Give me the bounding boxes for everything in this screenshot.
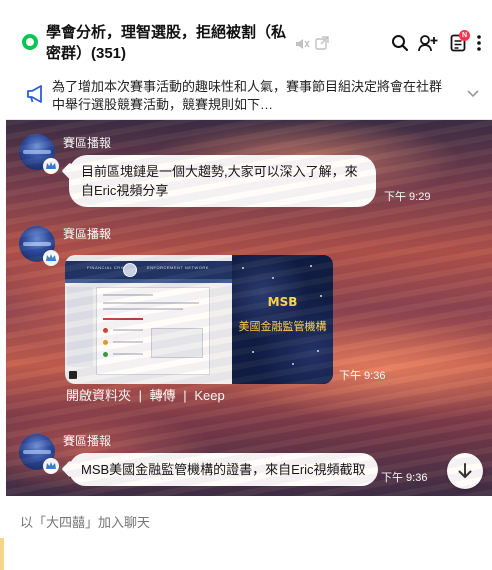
chat-header: 學會分析，理智選股，拒絕被割（私密群）(351) N: [0, 0, 492, 72]
image-actions: 開啟資料夾 | 轉傳 | Keep: [66, 388, 225, 403]
more-menu-button[interactable]: [472, 32, 486, 54]
announcement-bar[interactable]: 為了增加本次賽事活動的趣味性和人氣，賽事節目組決定將會在社群中舉行選股競賽活動，…: [6, 72, 492, 120]
avatar[interactable]: [19, 434, 59, 474]
keep-link[interactable]: Keep: [194, 388, 224, 403]
chat-title: 學會分析，理智選股，拒絕被割（私密群）(351): [46, 24, 287, 62]
message-input[interactable]: [20, 512, 460, 532]
avatar[interactable]: [19, 226, 59, 266]
forward-link[interactable]: 轉傳: [150, 388, 176, 403]
search-button[interactable]: [389, 32, 411, 54]
crown-icon: [43, 250, 59, 266]
message-bubble[interactable]: 目前區塊鏈是一個大趨勢,大家可以深入了解，來自Eric視頻分享: [69, 155, 376, 207]
msb-graphic: MSB 美國金融監管機構: [232, 255, 333, 384]
avatar[interactable]: [19, 134, 59, 174]
seal-icon: [123, 263, 137, 277]
announcement-text: 為了增加本次賽事活動的趣味性和人氣，賽事節目組決定將會在社群中舉行選股競賽活動，…: [52, 79, 443, 112]
sender-name: 賽區播報: [63, 136, 112, 150]
message-time: 下午 9:36: [381, 472, 428, 484]
notification-badge: N: [459, 30, 470, 41]
sender-name: 賽區播報: [63, 227, 112, 241]
message-time: 下午 9:36: [339, 370, 386, 382]
message-bubble[interactable]: MSB美國金融監管機構的證書，來自Eric視頻截取: [69, 453, 378, 486]
popout-icon[interactable]: [314, 35, 330, 51]
image-title: MSB: [267, 295, 298, 309]
image-message[interactable]: FINANCIAL CRIMES ENFORCEMENT NETWORK MSB…: [65, 255, 333, 384]
group-status-icon: [22, 34, 38, 50]
search-icon: [392, 35, 409, 52]
scroll-to-bottom-button[interactable]: [447, 453, 483, 489]
arrow-down-icon: [458, 463, 472, 478]
more-vertical-icon: [477, 35, 481, 51]
crown-icon: [43, 458, 59, 474]
message-time: 下午 9:29: [384, 191, 431, 203]
megaphone-icon: [27, 85, 42, 103]
webpage-screenshot: FINANCIAL CRIMES ENFORCEMENT NETWORK: [65, 255, 232, 384]
chevron-down-icon[interactable]: [466, 86, 480, 100]
open-folder-link[interactable]: 開啟資料夾: [66, 388, 131, 403]
image-caption: 美國金融監管機構: [238, 320, 327, 333]
chat-message-area[interactable]: 賽區播報 目前區塊鏈是一個大趨勢,大家可以深入了解，來自Eric視頻分享 下午 …: [6, 120, 492, 496]
sender-name: 賽區播報: [63, 434, 112, 448]
add-user-icon: [418, 35, 438, 52]
mute-icon[interactable]: [294, 36, 310, 52]
add-member-button[interactable]: [417, 32, 439, 54]
crown-icon: [43, 158, 59, 174]
composer: [0, 496, 492, 570]
